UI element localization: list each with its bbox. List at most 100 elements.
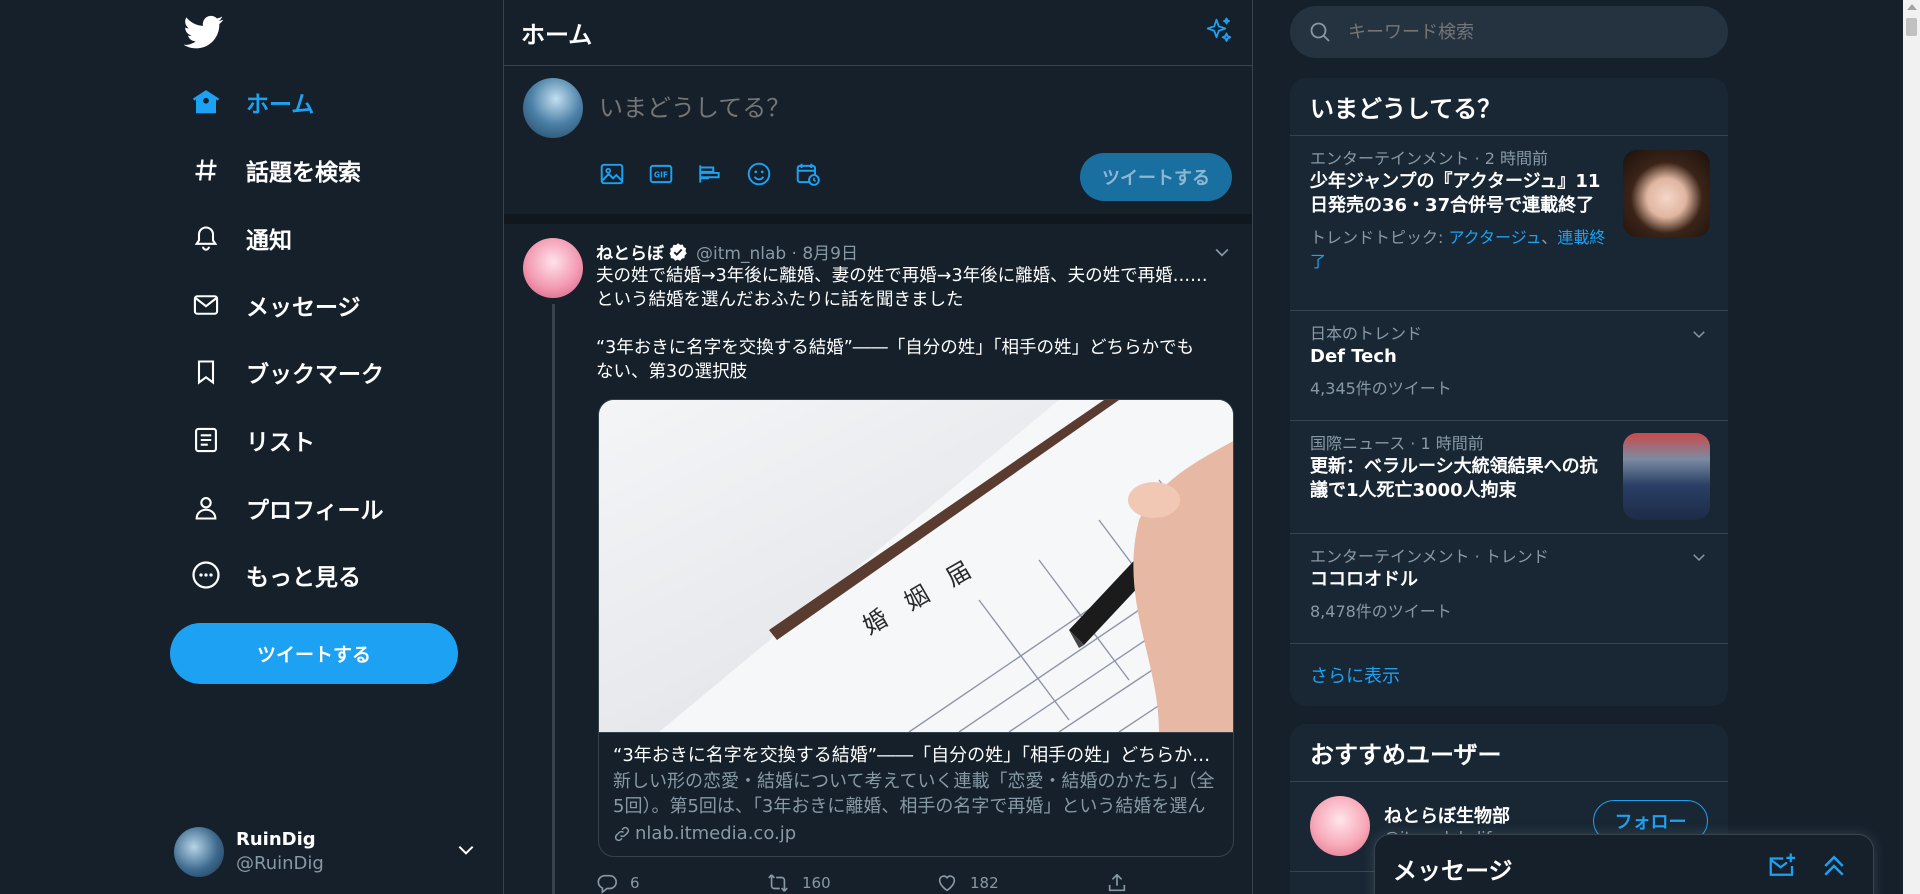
nav-item-lists[interactable]: リスト [178, 415, 327, 465]
bell-icon [190, 222, 222, 254]
chevron-down-icon [456, 840, 476, 864]
trend-item[interactable]: エンターテインメント · 2 時間前 少年ジャンプの『アクタージュ』11日発売の… [1290, 136, 1728, 311]
avatar [523, 78, 583, 138]
search-icon [1310, 22, 1330, 42]
reply-icon [597, 874, 617, 894]
trend-thumbnail [1623, 433, 1710, 520]
nav-item-profile[interactable]: プロフィール [178, 483, 396, 533]
heart-icon [938, 875, 956, 892]
search-box[interactable] [1290, 6, 1728, 58]
chevron-down-icon[interactable] [1690, 548, 1708, 570]
nav-label-profile: プロフィール [246, 498, 384, 524]
nav-label-more: もっと見る [246, 565, 361, 591]
scrollbar-thumb[interactable] [1906, 18, 1917, 36]
nav-label-notifications: 通知 [246, 228, 292, 254]
tweet-text-line1: 夫の姓で結婚→3年後に離婚、妻の姓で再婚→3年後に離婚、夫の姓で再婚……という結… [596, 266, 1208, 310]
scrollbar[interactable] [1903, 0, 1920, 894]
sparkle-icon[interactable] [1204, 16, 1236, 48]
envelope-icon [190, 289, 222, 321]
who-to-follow-title: おすすめユーザー [1290, 724, 1728, 782]
trend-title: Def Tech [1310, 346, 1397, 367]
nav-item-more[interactable]: もっと見る [178, 550, 373, 600]
nav-label-messages: メッセージ [246, 295, 361, 321]
avatar [174, 827, 224, 877]
nav-item-home[interactable]: ホーム [178, 77, 326, 127]
nav-item-messages[interactable]: メッセージ [178, 280, 373, 330]
like-count: 182 [970, 874, 999, 892]
tweet-actions: 6 160 182 [596, 872, 1252, 894]
nav-label-explore: 話題を検索 [246, 160, 361, 186]
trend-title: 更新：ベラルーシ大統領結果への抗議で1人死亡3000人拘束 [1310, 456, 1598, 501]
tweet-meta: @itm_nlab · 8月9日 [696, 244, 858, 264]
trends-title: いまどうしてる？ [1290, 78, 1728, 136]
tweet-button[interactable]: ツイートする [170, 623, 458, 684]
list-icon [190, 424, 222, 456]
schedule-icon[interactable] [792, 158, 823, 189]
avatar[interactable] [523, 238, 583, 298]
link-card[interactable]: 婚 姻 届 “3年おきに名字を交換する結婚”――「自分の姓」「相手の姓」どちらか… [598, 399, 1234, 857]
page-title: ホーム [521, 21, 593, 49]
gif-icon[interactable]: GIF [645, 158, 676, 189]
trend-item[interactable]: 国際ニュース · 1 時間前 更新：ベラルーシ大統領結果への抗議で1人死亡300… [1290, 421, 1728, 534]
bookmark-icon [190, 356, 222, 388]
card-domain: nlab.itmedia.co.jp [635, 823, 797, 844]
nav-item-notifications[interactable]: 通知 [178, 213, 304, 263]
trend-context: エンターテインメント · トレンド [1310, 547, 1549, 566]
tweet[interactable]: ねとらぼ @itm_nlab · 8月9日 夫の姓で結婚→3年後に離婚、妻の姓で… [504, 224, 1252, 894]
nav-label-home: ホーム [246, 92, 315, 118]
card-title: “3年おきに名字を交換する結婚”――「自分の姓」「相手の姓」どちらかでもない、第… [613, 745, 1219, 766]
tweet-header: ねとらぼ @itm_nlab · 8月9日 [596, 239, 858, 264]
emoji-icon[interactable] [743, 158, 774, 189]
trend-topic-link[interactable]: アクタージュ [1448, 228, 1541, 247]
right-sidebar: いまどうしてる？ エンターテインメント · 2 時間前 少年ジャンプの『アクター… [1290, 0, 1728, 894]
tweet-author-name[interactable]: ねとらぼ [596, 239, 664, 264]
messages-drawer[interactable]: メッセージ [1374, 834, 1874, 894]
compose-input[interactable] [599, 90, 1119, 126]
card-image: 婚 姻 届 [599, 400, 1233, 732]
home-icon [190, 86, 222, 118]
tweet-text-line2: “3年おきに名字を交換する結婚”――「自分の姓」「相手の姓」どちらかでもない、第… [596, 338, 1195, 382]
chevron-double-up-icon[interactable] [1819, 851, 1851, 883]
reply-count: 6 [630, 874, 640, 892]
trend-item[interactable]: 日本のトレンド Def Tech 4,345件のツイート [1290, 311, 1728, 421]
nav-item-explore[interactable]: 話題を検索 [178, 145, 373, 195]
trend-item[interactable]: エンターテインメント · トレンド ココロオドル 8,478件のツイート [1290, 534, 1728, 644]
chevron-down-icon[interactable] [1212, 242, 1232, 266]
account-switcher[interactable]: RuinDig @RuinDig [174, 822, 474, 882]
account-name: RuinDig [236, 829, 316, 850]
card-text: “3年おきに名字を交換する結婚”――「自分の姓」「相手の姓」どちらかでもない、第… [599, 732, 1233, 854]
main-timeline: ホーム GIF ツイートする [503, 0, 1253, 894]
messages-drawer-title: メッセージ [1393, 857, 1513, 885]
retweet-button[interactable]: 160 [766, 872, 936, 894]
retweet-count: 160 [802, 874, 831, 892]
trend-topics-sep: 、 [1541, 228, 1558, 247]
like-button[interactable]: 182 [936, 872, 1106, 894]
user-name: ねとらぼ生物部 [1384, 806, 1510, 827]
person-icon [190, 492, 222, 524]
trend-tweet-count: 4,345件のツイート [1310, 379, 1452, 398]
reply-button[interactable]: 6 [596, 872, 766, 894]
twitter-logo-icon[interactable] [183, 12, 224, 52]
show-more-link[interactable]: さらに表示 [1290, 644, 1728, 706]
image-icon[interactable] [596, 158, 627, 189]
search-input[interactable] [1348, 21, 1688, 43]
new-message-icon[interactable] [1767, 851, 1799, 883]
thread-line [552, 304, 555, 894]
composer-toolbar: GIF [596, 158, 823, 189]
nav-item-bookmarks[interactable]: ブックマーク [178, 347, 396, 397]
trend-topics: トレンドトピック: アクタージュ、連載終了 [1310, 226, 1610, 274]
scroll-up-icon[interactable] [1907, 4, 1917, 10]
trend-title: 少年ジャンプの『アクタージュ』11日発売の36・37合併号で連載終了 [1310, 171, 1601, 216]
poll-icon[interactable] [694, 158, 725, 189]
verified-badge-icon [669, 242, 687, 261]
account-names: RuinDig @RuinDig [236, 828, 324, 876]
compose-tweet-button[interactable]: ツイートする [1080, 153, 1232, 201]
trend-tweet-count: 8,478件のツイート [1310, 602, 1452, 621]
trend-topics-prefix: トレンドトピック: [1310, 228, 1449, 247]
trend-context: 日本のトレンド [1310, 324, 1423, 343]
svg-text:GIF: GIF [653, 170, 667, 179]
chevron-down-icon[interactable] [1690, 325, 1708, 347]
avatar [1310, 796, 1370, 856]
share-button[interactable] [1106, 872, 1252, 894]
nav-label-bookmarks: ブックマーク [246, 362, 384, 388]
